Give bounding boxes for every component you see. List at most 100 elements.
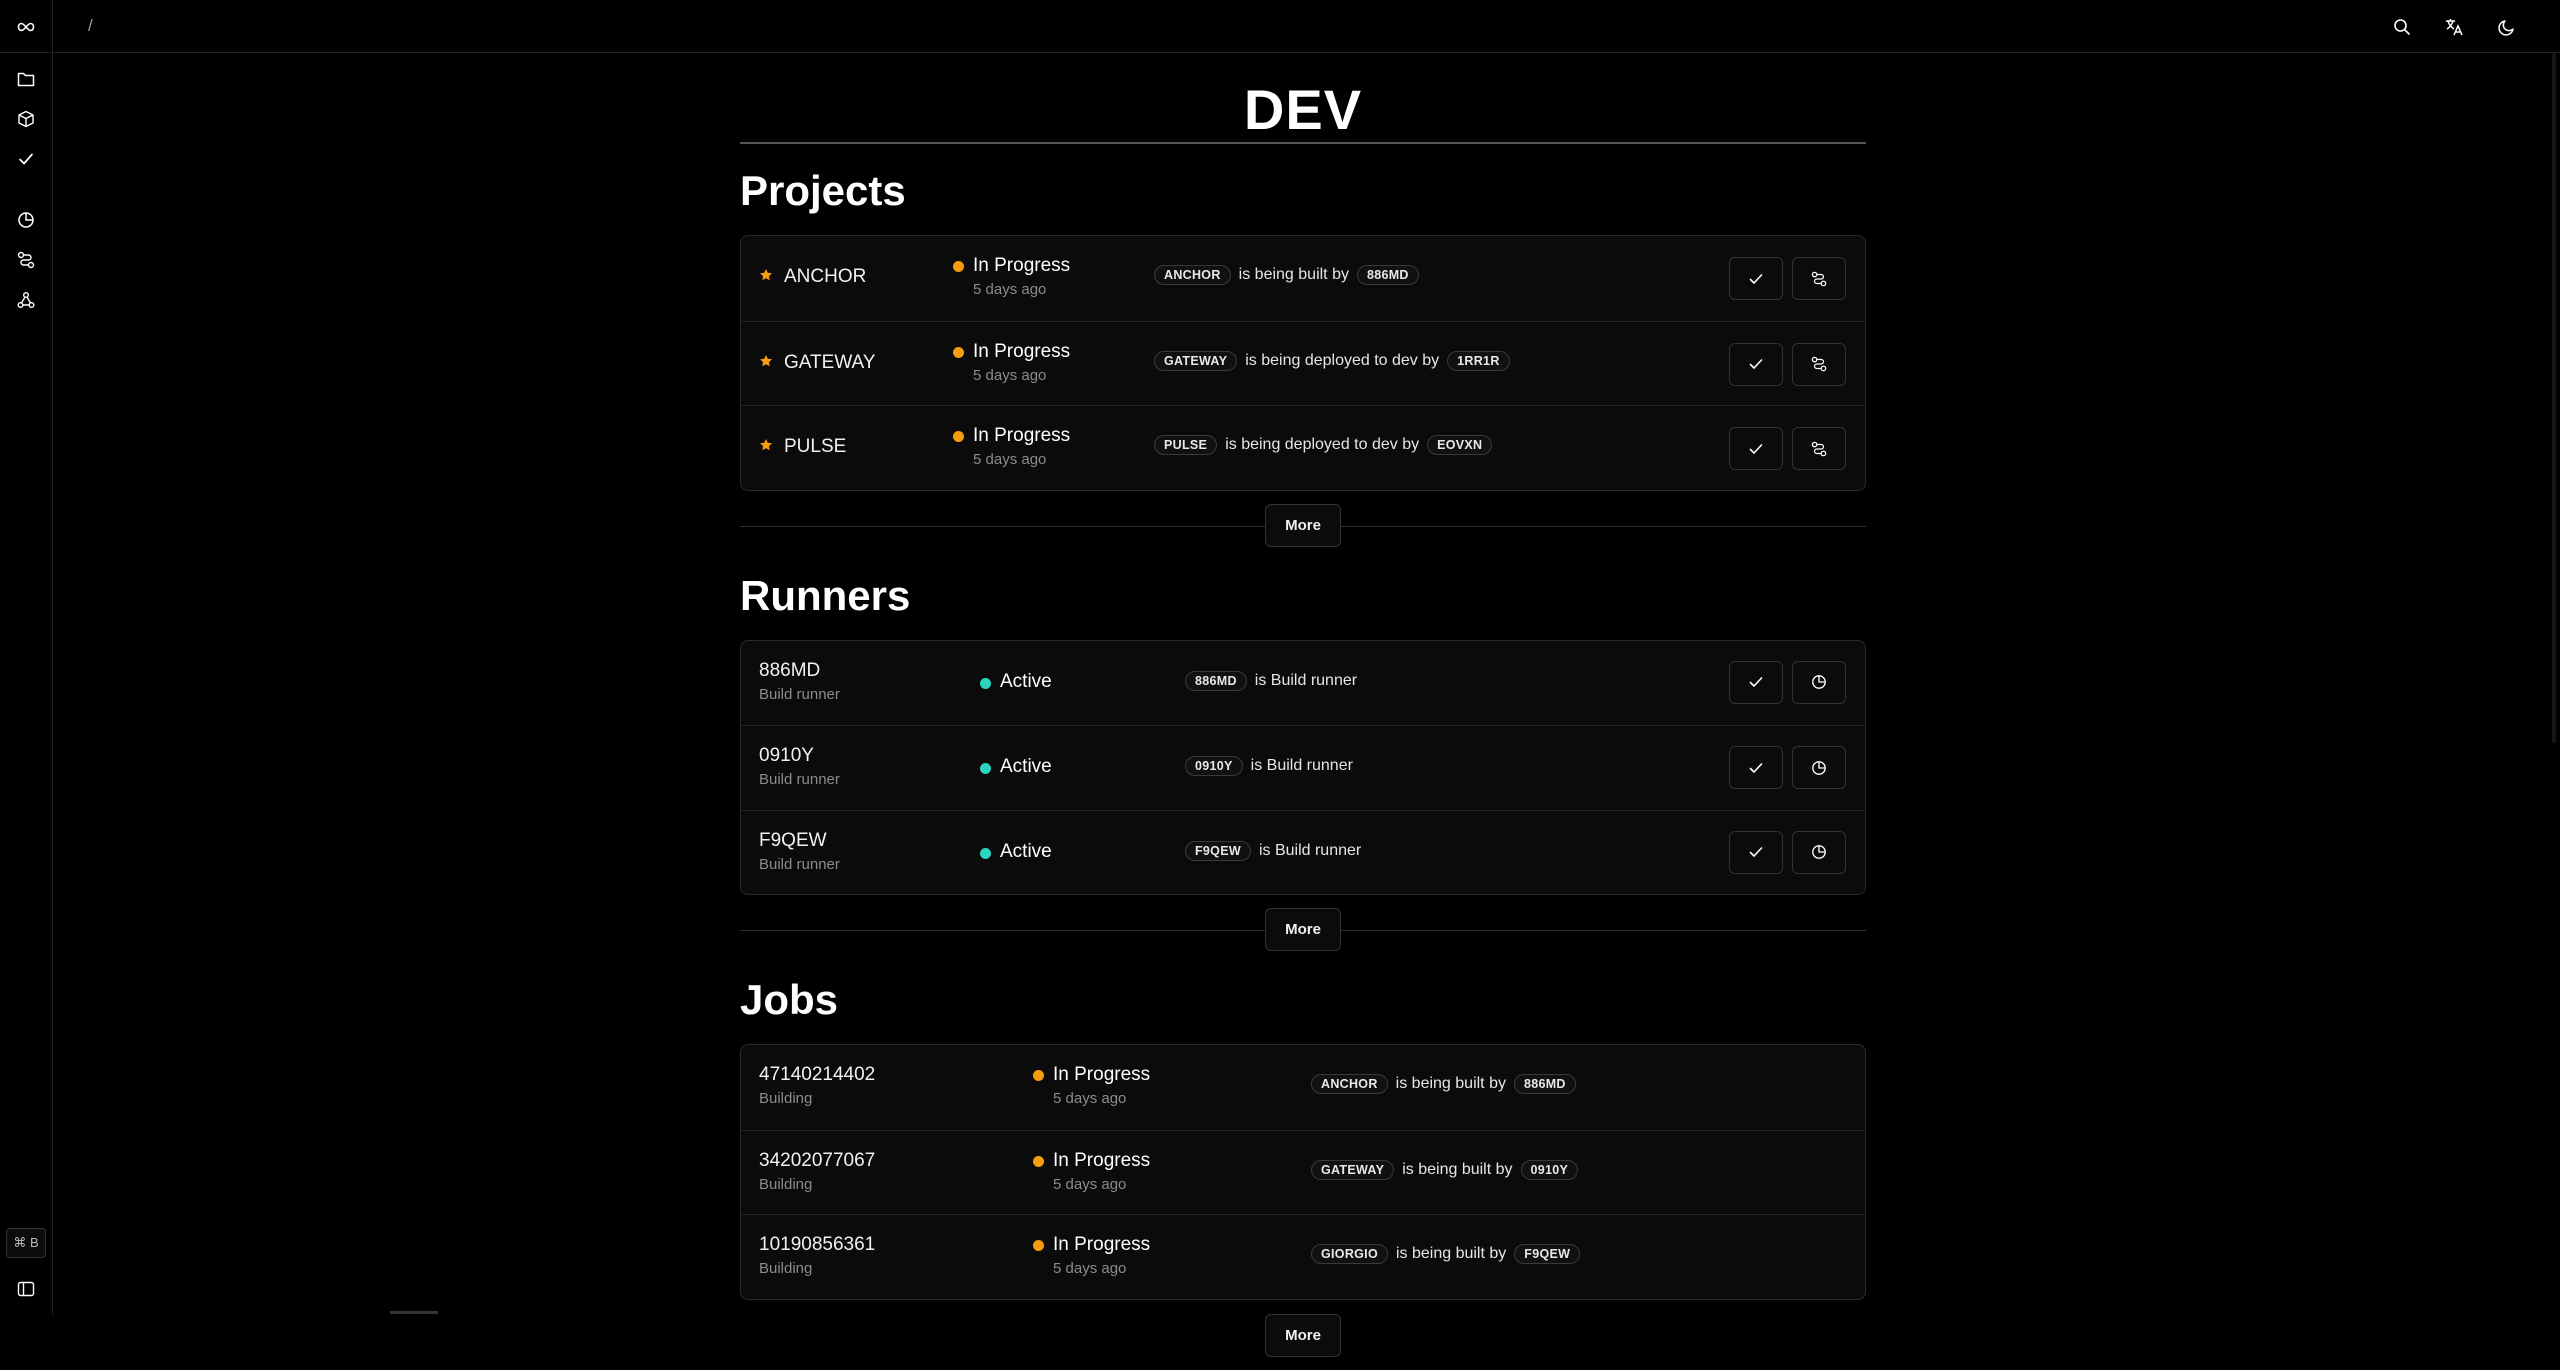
runner-tag[interactable]: F9QEW: [1185, 840, 1251, 861]
job-description: ANCHOR is being built by 886MD: [1311, 1074, 1576, 1094]
job-row[interactable]: 47140214402 Building In Progress 5 days …: [741, 1045, 1865, 1130]
stats-button[interactable]: [1792, 660, 1846, 704]
description-text: is Build runner: [1254, 671, 1358, 689]
job-description: GATEWAY is being built by 0910Y: [1311, 1159, 1579, 1180]
pipeline-button[interactable]: [1792, 427, 1846, 470]
runner-description: F9QEW is Build runner: [1185, 840, 1361, 861]
status-label: Active: [1000, 840, 1052, 862]
breadcrumb[interactable]: /: [88, 16, 93, 36]
pie-chart-icon: [1811, 674, 1827, 690]
moon-icon[interactable]: [2494, 14, 2520, 40]
project-tag[interactable]: PULSE: [1154, 435, 1218, 455]
app-logo[interactable]: [0, 0, 53, 53]
job-id[interactable]: 10190856361: [759, 1234, 875, 1256]
approve-button[interactable]: [1729, 342, 1783, 386]
star-icon[interactable]: [759, 438, 773, 452]
job-id[interactable]: 47140214402: [759, 1064, 875, 1086]
runner-tag[interactable]: 886MD: [1185, 670, 1247, 691]
scroll-thumb[interactable]: [2552, 53, 2556, 743]
job-row[interactable]: 34202077067 Building In Progress 5 days …: [741, 1129, 1865, 1215]
runner-tag[interactable]: 886MD: [1356, 265, 1419, 285]
pie-chart-icon[interactable]: [13, 207, 39, 233]
pipeline-button[interactable]: [1792, 342, 1846, 386]
stats-button[interactable]: [1792, 746, 1846, 789]
runner-type: Build runner: [759, 685, 840, 703]
description-text: is being deployed to dev by: [1245, 351, 1440, 369]
project-tag[interactable]: GATEWAY: [1311, 1159, 1395, 1180]
approve-button[interactable]: [1729, 746, 1783, 789]
runner-description: 886MD is Build runner: [1185, 670, 1358, 691]
runners-more: More: [740, 895, 1866, 965]
project-description: ANCHOR is being built by 886MD: [1154, 265, 1419, 285]
status-label: In Progress: [1053, 1234, 1151, 1255]
projects-more: More: [740, 491, 1866, 561]
runner-tag[interactable]: 1RR1R: [1447, 350, 1510, 371]
runner-row[interactable]: F9QEW Build runner Active F9QEW is Build…: [741, 809, 1865, 895]
status-label: In Progress: [973, 425, 1071, 446]
runners-more-button[interactable]: More: [1265, 908, 1341, 951]
folder-icon[interactable]: [13, 66, 39, 92]
project-row[interactable]: PULSE In Progress 5 days ago PULSE is be…: [741, 405, 1865, 490]
description-text: is Build runner: [1250, 757, 1353, 774]
jobs-more-button[interactable]: More: [1265, 1313, 1341, 1357]
status-label: In Progress: [1053, 1149, 1151, 1171]
project-tag[interactable]: GATEWAY: [1154, 350, 1238, 371]
project-name[interactable]: GATEWAY: [784, 352, 875, 374]
check-icon[interactable]: [13, 146, 39, 172]
project-tag[interactable]: ANCHOR: [1311, 1074, 1388, 1094]
approve-button[interactable]: [1729, 830, 1783, 874]
route-icon: [1811, 441, 1827, 457]
runner-row[interactable]: 0910Y Build runner Active 0910Y is Build…: [741, 725, 1865, 810]
status-label: In Progress: [1053, 1064, 1151, 1085]
star-icon[interactable]: [759, 354, 773, 368]
status-dot: [1033, 1240, 1044, 1251]
runner-tag[interactable]: EOVXN: [1427, 435, 1493, 455]
project-name[interactable]: ANCHOR: [784, 266, 866, 288]
sidebar-toggle-icon[interactable]: [13, 1276, 39, 1302]
approve-button[interactable]: [1729, 660, 1783, 704]
project-tag[interactable]: GIORGIO: [1311, 1244, 1388, 1264]
status-dot: [980, 677, 991, 689]
runner-tag[interactable]: F9QEW: [1514, 1244, 1581, 1264]
route-icon[interactable]: [13, 247, 39, 273]
main-content: DEV Projects ANCHOR In Progress 5 days a…: [740, 53, 1866, 1370]
infinity-icon: [17, 22, 35, 32]
vertical-scrollbar[interactable]: [2548, 53, 2560, 753]
runner-name[interactable]: 0910Y: [759, 745, 814, 767]
project-tag[interactable]: ANCHOR: [1154, 265, 1231, 285]
star-icon[interactable]: [759, 268, 773, 282]
translate-icon[interactable]: [2441, 14, 2467, 40]
runner-tag[interactable]: 886MD: [1513, 1074, 1576, 1094]
approve-button[interactable]: [1729, 257, 1783, 300]
top-bar: /: [0, 0, 2560, 53]
search-icon[interactable]: [2389, 14, 2415, 40]
box-icon[interactable]: [13, 106, 39, 132]
runner-tag[interactable]: 0910Y: [1520, 1159, 1579, 1180]
approve-button[interactable]: [1729, 427, 1783, 470]
project-row[interactable]: GATEWAY In Progress 5 days ago GATEWAY i…: [741, 320, 1865, 406]
runner-type: Build runner: [759, 855, 840, 873]
runner-tag[interactable]: 0910Y: [1185, 756, 1243, 776]
job-id[interactable]: 34202077067: [759, 1150, 875, 1172]
projects-more-button[interactable]: More: [1265, 503, 1341, 547]
pie-chart-icon: [1811, 760, 1827, 776]
sidebar: ⌘ B: [0, 53, 53, 1315]
description-text: is being built by: [1395, 1245, 1507, 1262]
runner-row[interactable]: 886MD Build runner Active 886MD is Build…: [741, 641, 1865, 726]
horizontal-scrollbar[interactable]: [390, 1311, 438, 1314]
jobs-heading: Jobs: [740, 976, 839, 1023]
runner-name[interactable]: 886MD: [759, 660, 820, 682]
pie-chart-icon: [1811, 844, 1827, 860]
status-label: Active: [1000, 670, 1052, 692]
status-dot: [980, 763, 991, 774]
project-name[interactable]: PULSE: [784, 436, 846, 458]
check-icon: [1749, 273, 1763, 285]
pipeline-button[interactable]: [1792, 257, 1846, 300]
network-icon[interactable]: [13, 287, 39, 313]
stats-button[interactable]: [1792, 830, 1846, 874]
page-title: DEV: [1243, 78, 1363, 141]
job-row[interactable]: 10190856361 Building In Progress 5 days …: [741, 1214, 1865, 1299]
description-text: is being deployed to dev by: [1225, 436, 1420, 453]
runner-name[interactable]: F9QEW: [759, 830, 827, 852]
project-row[interactable]: ANCHOR In Progress 5 days ago ANCHOR is …: [741, 236, 1865, 321]
